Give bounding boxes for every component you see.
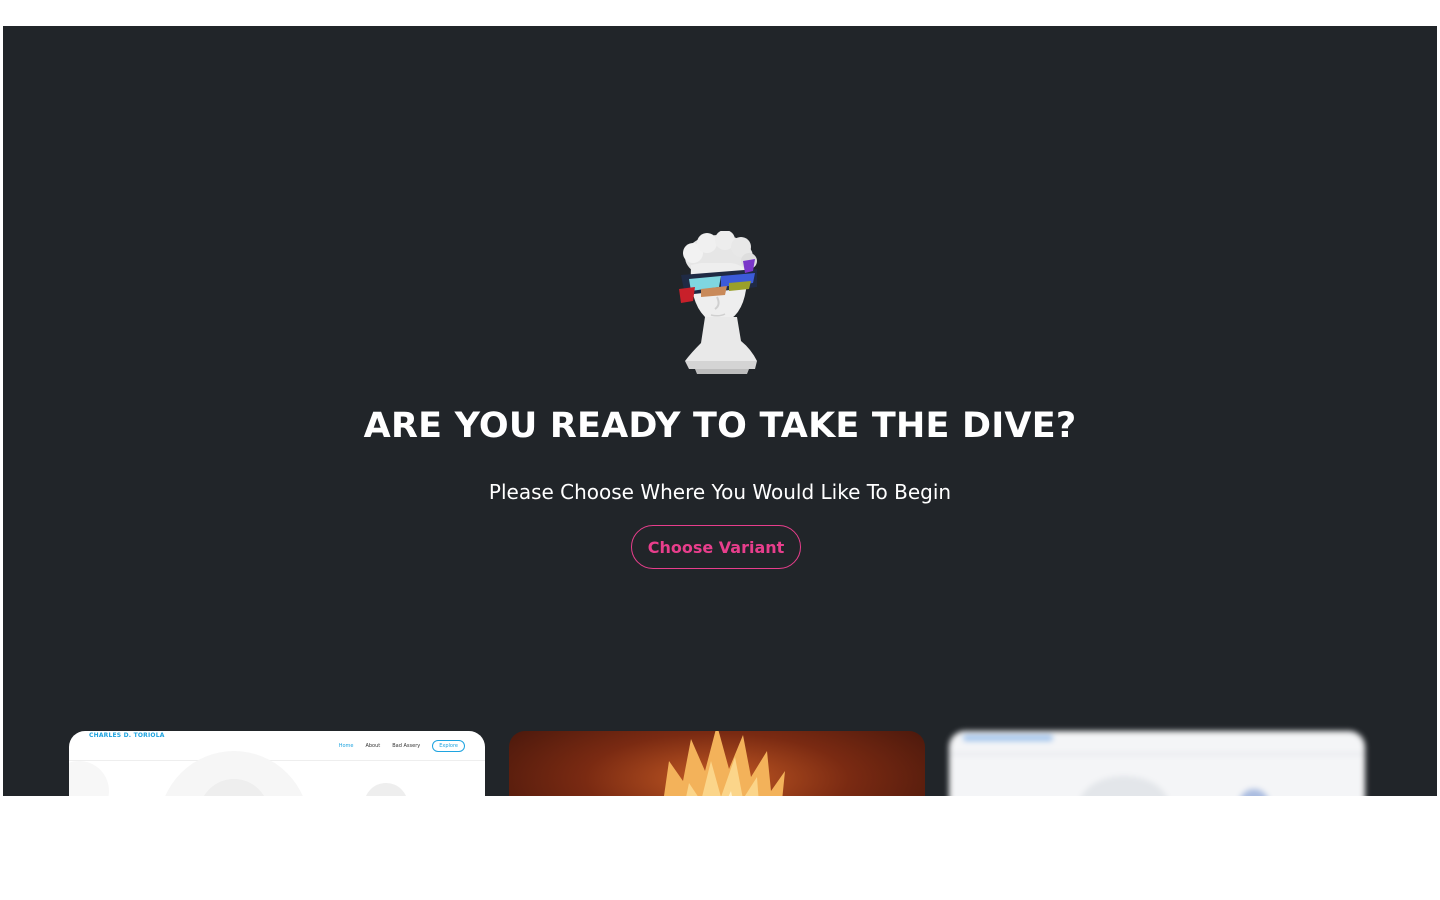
- preview-header-bar: [963, 735, 1053, 741]
- preview-nav-about: About: [365, 743, 381, 749]
- landing-page: ARE YOU READY TO TAKE THE DIVE? Please C…: [3, 26, 1437, 796]
- page-headline: ARE YOU READY TO TAKE THE DIVE?: [363, 406, 1077, 446]
- preview-explore-button: Explore: [432, 740, 465, 752]
- variant-card-classic[interactable]: CHARLES D. TORIOLA Home About Bad Assery…: [69, 731, 485, 796]
- preview-nav: Home About Bad Assery Explore: [339, 740, 465, 752]
- statue-head-avatar-icon: [679, 231, 757, 374]
- preview-decor-blob: [69, 761, 109, 796]
- preview-nav-bad-assery: Bad Assery: [392, 743, 421, 749]
- page-subheadline: Please Choose Where You Would Like To Be…: [488, 480, 952, 504]
- anime-character-hair-image: [664, 731, 785, 796]
- variant-card-anime[interactable]: [509, 731, 925, 796]
- preview-divider: [69, 760, 485, 761]
- preview-decor-circle: [364, 783, 408, 796]
- choose-variant-button[interactable]: Choose Variant: [631, 525, 801, 569]
- preview-decor-shape: [1079, 776, 1169, 796]
- variant-card-modern[interactable]: [949, 731, 1365, 796]
- preview-nav-home: Home: [338, 743, 354, 749]
- preview-decor-dot: [1239, 789, 1269, 796]
- preview-divider: [949, 753, 1365, 755]
- preview-brand: CHARLES D. TORIOLA: [89, 732, 165, 739]
